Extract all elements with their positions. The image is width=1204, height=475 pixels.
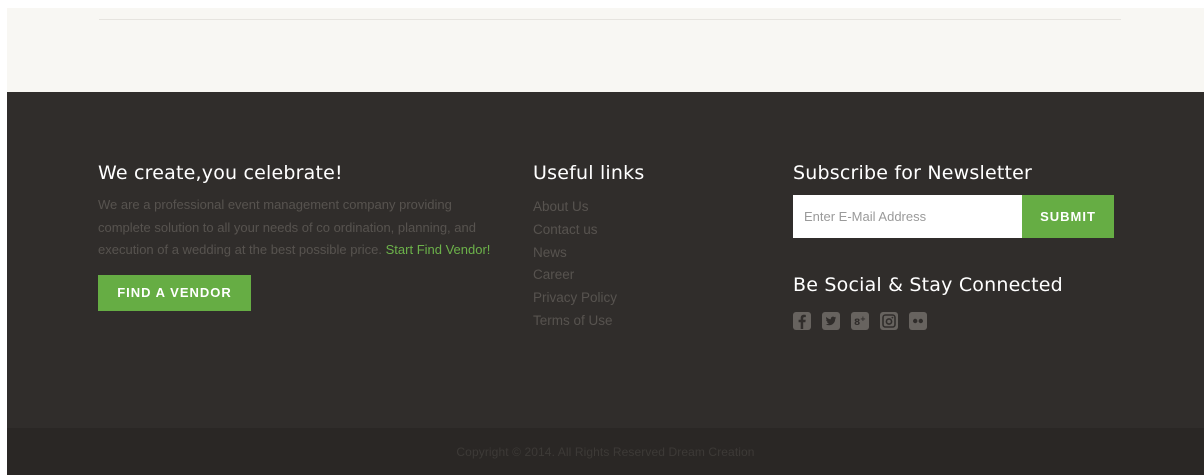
about-description: We are a professional event management c… <box>98 194 508 262</box>
newsletter-heading: Subscribe for Newsletter <box>793 162 1033 184</box>
page: We create,you celebrate! We are a profes… <box>0 0 1204 475</box>
social-heading: Be Social & Stay Connected <box>793 274 1063 296</box>
link-about-us[interactable]: About Us <box>533 196 733 219</box>
link-contact-us[interactable]: Contact us <box>533 219 733 242</box>
facebook-icon[interactable] <box>793 312 811 330</box>
bottom-bar: Copyright © 2014. All Rights Reserved Dr… <box>7 428 1204 475</box>
about-column: We create,you celebrate! We are a profes… <box>98 160 508 311</box>
copyright-text: Copyright © 2014. All Rights Reserved Dr… <box>456 445 755 459</box>
newsletter-form: SUBMIT <box>793 195 1114 238</box>
link-career[interactable]: Career <box>533 264 733 287</box>
link-terms-of-use[interactable]: Terms of Use <box>533 310 733 333</box>
newsletter-column: Subscribe for Newsletter SUBMIT Be Socia… <box>793 160 1118 330</box>
email-input[interactable] <box>793 195 1022 238</box>
top-section <box>7 8 1204 92</box>
twitter-icon[interactable] <box>822 312 840 330</box>
find-a-vendor-button[interactable]: FIND A VENDOR <box>98 274 251 311</box>
useful-links-list: About Us Contact us News Career Privacy … <box>533 196 733 333</box>
useful-links-column: Useful links About Us Contact us News Ca… <box>533 160 733 333</box>
flickr-icon[interactable] <box>909 312 927 330</box>
footer: We create,you celebrate! We are a profes… <box>7 92 1204 428</box>
svg-text:+: + <box>860 315 866 323</box>
submit-button[interactable]: SUBMIT <box>1022 195 1114 238</box>
instagram-icon[interactable] <box>880 312 898 330</box>
link-news[interactable]: News <box>533 242 733 265</box>
google-plus-icon[interactable]: 8 + <box>851 312 869 330</box>
social-icons: 8 + <box>793 312 1118 330</box>
about-heading: We create,you celebrate! <box>98 162 343 184</box>
link-privacy-policy[interactable]: Privacy Policy <box>533 287 733 310</box>
divider <box>99 19 1121 20</box>
start-find-vendor-link[interactable]: Start Find Vendor! <box>386 242 491 257</box>
useful-links-heading: Useful links <box>533 162 645 184</box>
